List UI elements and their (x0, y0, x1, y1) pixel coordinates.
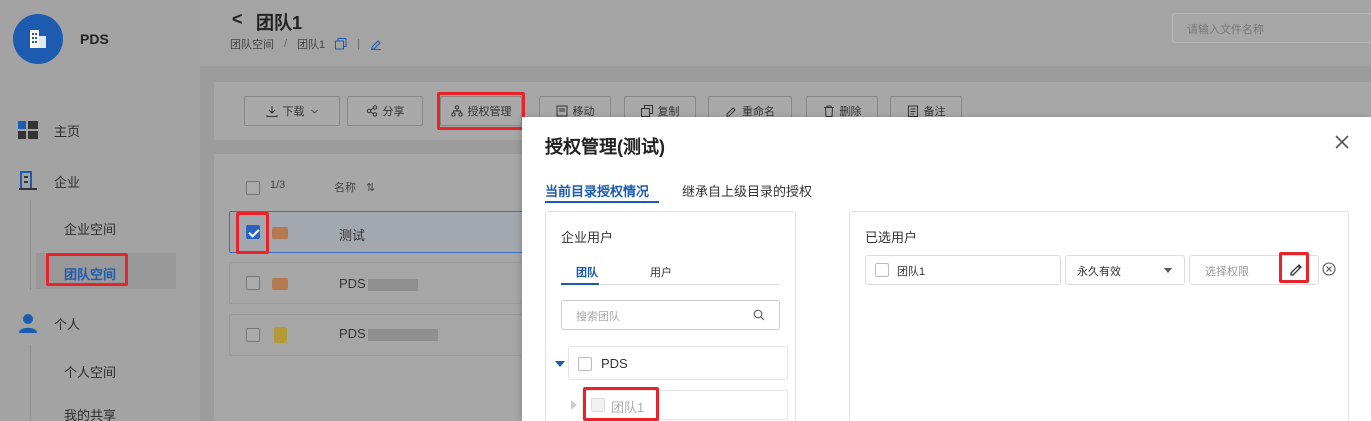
search-icon[interactable] (753, 309, 765, 321)
tree-label: 团队1 (611, 400, 645, 415)
download-icon (266, 106, 277, 117)
nav-tree-line (30, 200, 31, 290)
enterprise-users-pane: 企业用户 团队 用户 搜索团队 PDS 团队1 (545, 211, 796, 421)
tree-checkbox[interactable] (578, 357, 592, 371)
nav-item-personal-space[interactable]: 个人空间 (64, 362, 116, 381)
redacted-text (367, 278, 418, 291)
note-icon (907, 105, 918, 117)
chevron-down-icon (310, 109, 318, 114)
caret-down-icon[interactable] (555, 361, 565, 369)
row-checkbox[interactable] (246, 225, 260, 239)
selected-user-name: 团队1 (897, 266, 926, 278)
nav-label-home: 主页 (54, 123, 81, 139)
nav-item-home[interactable]: 主页 (18, 120, 80, 140)
nav-tree-line (30, 345, 31, 421)
enterprise-icon (18, 171, 38, 191)
subtab-users[interactable]: 用户 (650, 264, 672, 280)
pane-title-enterprise-users: 企业用户 (561, 230, 614, 245)
table-row[interactable]: PDS (229, 314, 529, 356)
tree-node-team1[interactable]: 团队1 (582, 390, 788, 420)
tab-inherited-permissions[interactable]: 继承自上级目录的授权 (682, 181, 812, 200)
org-tree-icon (450, 105, 463, 117)
edit-icon[interactable] (370, 38, 382, 50)
nav-label-enterprise: 企业 (54, 174, 81, 190)
redacted-text (367, 328, 438, 341)
folder-icon (272, 227, 288, 239)
file-icon (274, 327, 287, 343)
tree-checkbox-disabled (591, 398, 605, 412)
download-button[interactable]: 下载 (244, 96, 340, 126)
nav-item-personal[interactable]: 个人 (18, 313, 80, 333)
nav-item-my-shares[interactable]: 我的共享 (64, 405, 116, 421)
tree-node-pds[interactable]: PDS (568, 346, 788, 380)
file-name: PDS (339, 326, 366, 341)
page-header: < 团队1 团队空间 / 团队1 | 请输入文件名称 (200, 0, 1371, 66)
selected-user-checkbox[interactable] (875, 263, 889, 277)
sort-icon: ⇅ (366, 181, 376, 194)
validity-select[interactable]: 永久有效 (1065, 255, 1185, 285)
breadcrumb-current: 团队1 (297, 39, 326, 51)
nav-item-enterprise-space[interactable]: 企业空间 (64, 219, 116, 238)
copy-link-icon[interactable] (335, 38, 347, 50)
tree-label: PDS (601, 356, 628, 371)
selected-user-field: 团队1 (865, 255, 1061, 285)
close-icon[interactable] (1333, 133, 1351, 151)
grid-icon (18, 120, 38, 140)
name-header-label: 名称 (334, 182, 356, 194)
dropdown-caret-icon (1164, 268, 1172, 273)
file-search-input[interactable]: 请输入文件名称 (1172, 13, 1371, 43)
breadcrumb-root[interactable]: 团队空间 (230, 36, 274, 52)
breadcrumb-divider: | (357, 38, 361, 50)
folder-icon (272, 278, 288, 290)
permissions-button[interactable]: 授权管理 (440, 96, 522, 126)
pencil-icon (726, 107, 736, 117)
file-name: 测试 (339, 228, 366, 243)
subtab-active-indicator (561, 283, 599, 285)
back-button[interactable]: < (232, 9, 243, 30)
nav-item-enterprise[interactable]: 企业 (18, 171, 80, 191)
brand-name: PDS (80, 31, 109, 47)
trash-icon (823, 105, 834, 117)
team-search-input[interactable]: 搜索团队 (561, 300, 780, 330)
file-name: PDS (339, 276, 366, 291)
move-icon (556, 105, 567, 117)
user-icon (18, 313, 38, 333)
sidebar: PDS 主页 企业 企业空间 团队空间 个人 个人空间 我的共享 (0, 0, 200, 421)
download-label: 下载 (282, 106, 305, 118)
caret-right-icon[interactable] (571, 400, 577, 410)
nav-item-team-space[interactable]: 团队空间 (64, 264, 116, 283)
dialog-title: 授权管理(测试) (545, 137, 665, 157)
table-row[interactable]: 测试 (229, 211, 529, 253)
share-label: 分享 (382, 106, 405, 118)
validity-value: 永久有效 (1077, 266, 1121, 278)
nav-label-personal: 个人 (54, 316, 81, 332)
tab-current-permissions[interactable]: 当前目录授权情况 (545, 181, 649, 200)
row-checkbox[interactable] (246, 328, 260, 342)
copy-icon (640, 105, 653, 117)
permission-placeholder: 选择权限 (1205, 266, 1249, 278)
building-icon (30, 30, 46, 48)
edit-permission-icon[interactable] (1288, 261, 1304, 277)
name-column-header[interactable]: 名称 ⇅ (334, 179, 375, 195)
selected-users-pane: 已选用户 团队1 永久有效 选择权限 (849, 211, 1349, 421)
permissions-label: 授权管理 (467, 106, 512, 118)
tab-active-indicator (545, 201, 659, 203)
file-name-wrap: PDS (339, 326, 438, 341)
file-name-wrap: PDS (339, 276, 418, 291)
table-row[interactable]: PDS (229, 262, 529, 304)
breadcrumb-separator: / (284, 38, 288, 50)
share-button[interactable]: 分享 (347, 96, 423, 126)
team-search-placeholder: 搜索团队 (576, 311, 620, 323)
select-all-checkbox[interactable] (246, 181, 260, 195)
subtab-teams[interactable]: 团队 (576, 264, 598, 280)
share-icon (366, 105, 377, 117)
page-title: 团队1 (256, 13, 303, 33)
logo (13, 14, 63, 64)
pane-title-selected-users: 已选用户 (865, 230, 918, 245)
permissions-dialog: 授权管理(测试) 当前目录授权情况 继承自上级目录的授权 企业用户 团队 用户 … (522, 117, 1371, 421)
remove-circle-icon[interactable] (1322, 262, 1336, 276)
breadcrumb: 团队空间 / 团队1 | (230, 36, 382, 52)
row-checkbox[interactable] (246, 276, 260, 290)
selected-count: 1/3 (270, 179, 286, 191)
